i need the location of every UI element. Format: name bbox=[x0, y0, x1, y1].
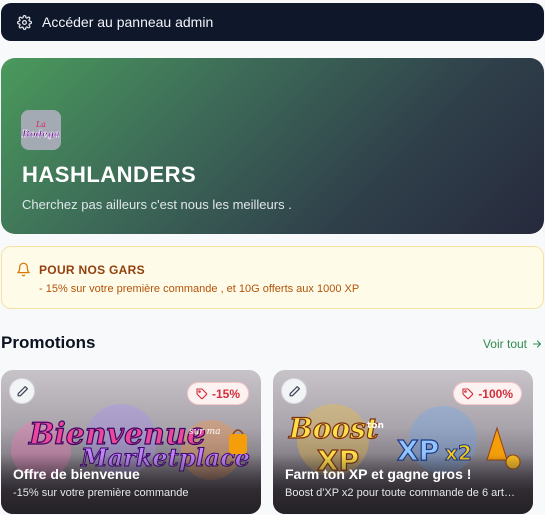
pencil-icon bbox=[289, 385, 300, 396]
announcement-title: POUR NOS GARS bbox=[39, 263, 145, 277]
svg-text:Bodega: Bodega bbox=[21, 130, 60, 140]
discount-value: -100% bbox=[478, 386, 513, 401]
see-all-link[interactable]: Voir tout bbox=[483, 337, 543, 351]
gear-icon bbox=[17, 14, 32, 30]
edit-button[interactable] bbox=[9, 378, 35, 404]
promo-art-line: sur ma bbox=[189, 427, 220, 437]
edit-button[interactable] bbox=[281, 378, 307, 404]
see-all-label: Voir tout bbox=[482, 337, 527, 351]
arrow-right-icon bbox=[532, 340, 542, 348]
tag-icon bbox=[196, 387, 208, 399]
hero-banner: La Bodega HASHLANDERS Cherchez pas aille… bbox=[1, 58, 544, 234]
admin-panel-button[interactable]: Accéder au panneau admin bbox=[1, 3, 544, 41]
promo-title: Offre de bienvenue bbox=[13, 466, 140, 482]
announcement-text: - 15% sur votre première commande , et 1… bbox=[39, 283, 360, 295]
promo-art-line: ton bbox=[367, 421, 384, 431]
promo-description: Boost d'XP x2 pour toute commande de 6 a… bbox=[285, 487, 515, 499]
bell-icon bbox=[17, 262, 30, 277]
shop-subtitle: Cherchez pas ailleurs c'est nous les mei… bbox=[22, 197, 292, 212]
discount-value: -15% bbox=[211, 386, 240, 401]
promo-card[interactable]: Bienvenue sur ma Marketplace -15% Offre … bbox=[1, 370, 261, 514]
promo-title: Farm ton XP et gagne gros ! bbox=[285, 466, 472, 482]
promotions-heading: Promotions bbox=[1, 333, 96, 352]
admin-panel-label: Accéder au panneau admin bbox=[42, 14, 214, 30]
shop-title: HASHLANDERS bbox=[22, 162, 197, 187]
svg-text:La: La bbox=[35, 120, 46, 129]
tag-icon bbox=[462, 387, 474, 399]
announcement-banner: POUR NOS GARS - 15% sur votre première c… bbox=[1, 246, 544, 309]
promo-description: -15% sur votre première commande bbox=[13, 487, 189, 499]
card-overlay bbox=[273, 454, 533, 514]
pencil-icon bbox=[17, 385, 28, 396]
card-overlay bbox=[1, 454, 261, 514]
discount-badge: -15% bbox=[186, 382, 249, 405]
shop-logo: La Bodega bbox=[21, 110, 61, 150]
promo-card[interactable]: Boost ton XP XP x2 -100% Farm ton XP et … bbox=[273, 370, 533, 514]
discount-badge: -100% bbox=[453, 382, 522, 405]
promo-art-line: Boost bbox=[288, 412, 379, 445]
